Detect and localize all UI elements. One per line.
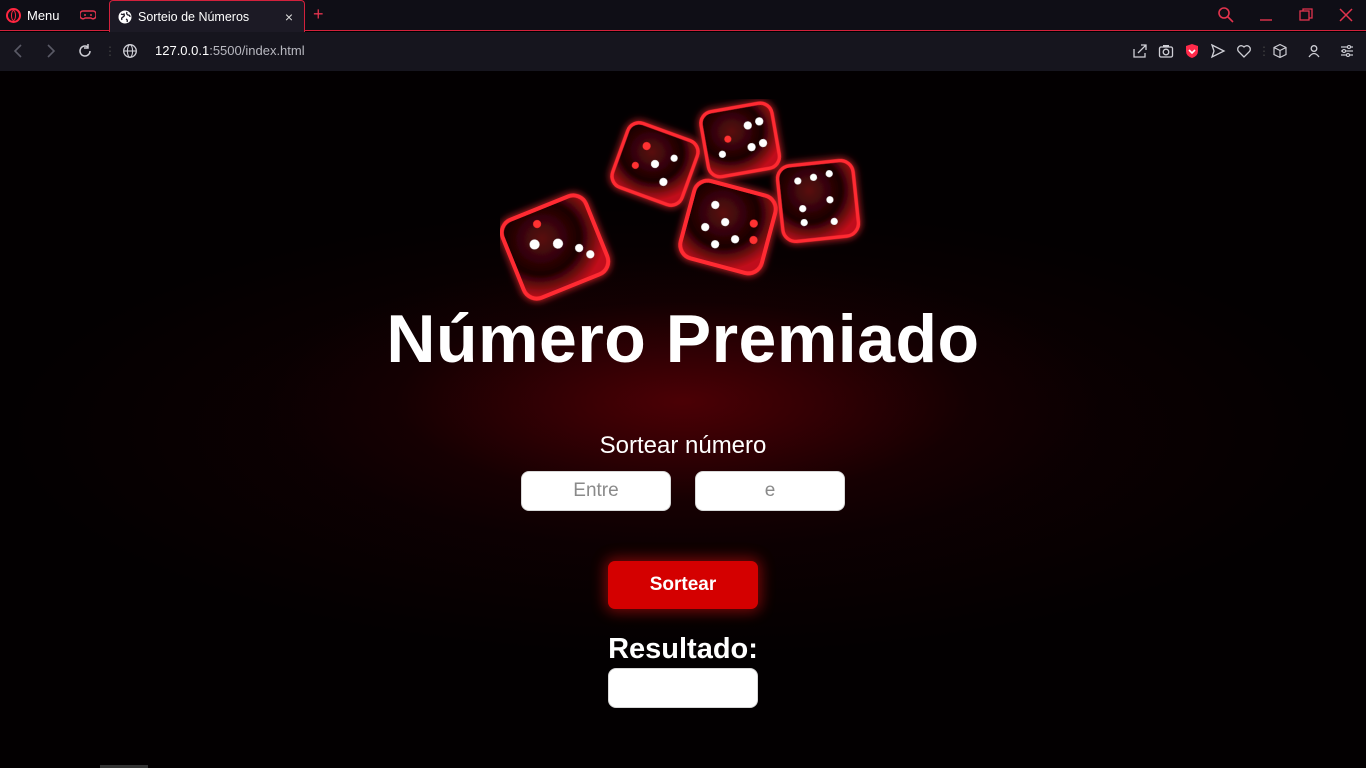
reload-icon[interactable] [77, 43, 93, 59]
separator: ⋮ [104, 44, 116, 58]
tab-close-icon[interactable]: × [282, 9, 296, 25]
search-tabs-icon[interactable] [1217, 6, 1235, 24]
draw-subtitle: Sortear número [599, 432, 767, 459]
dice-illustration [500, 101, 861, 301]
range-to-input[interactable] [695, 471, 845, 511]
range-from-input[interactable] [521, 471, 671, 511]
opera-logo-icon [6, 8, 21, 23]
die-2 [610, 121, 700, 207]
close-window-icon[interactable] [1338, 6, 1354, 24]
minimize-icon[interactable] [1258, 6, 1274, 24]
page-content: Número Premiado Sortear número Sortear R… [0, 71, 1366, 768]
opera-menu-button[interactable]: Menu [6, 0, 60, 31]
draw-button[interactable]: Sortear [608, 561, 758, 609]
menu-label: Menu [27, 8, 60, 23]
url-host: 127.0.0.1 [155, 43, 210, 58]
camera-icon[interactable] [1158, 43, 1174, 59]
globe-icon [118, 10, 132, 23]
tab-sorteio[interactable]: Sorteio de Números × [109, 0, 305, 32]
page-title: Número Premiado [386, 301, 980, 377]
address-bar: ⋮ 127.0.0.1:5500/index.html ⋮ [0, 32, 1366, 71]
die-3 [699, 101, 782, 179]
profile-icon[interactable] [1306, 43, 1322, 59]
url-field[interactable]: 127.0.0.1:5500/index.html [155, 43, 305, 58]
new-tab-button[interactable]: + [313, 4, 324, 25]
die-5 [775, 158, 861, 244]
browser-tab-bar: Menu Sorteio de Números × + [0, 0, 1366, 32]
tab-title: Sorteio de Números [138, 9, 250, 24]
forward-icon[interactable] [44, 43, 58, 59]
gamepad-icon[interactable] [80, 8, 96, 22]
heart-icon[interactable] [1236, 43, 1252, 59]
extensions-cube-icon[interactable] [1272, 43, 1288, 59]
adblock-shield-icon[interactable] [1184, 43, 1200, 59]
share-icon[interactable] [1132, 43, 1148, 59]
send-icon[interactable] [1210, 43, 1226, 59]
result-output [608, 668, 758, 708]
die-4 [678, 178, 778, 276]
url-path: :5500/index.html [209, 43, 305, 58]
restore-icon[interactable] [1298, 6, 1314, 24]
back-icon[interactable] [11, 43, 25, 59]
easy-setup-icon[interactable] [1339, 43, 1355, 59]
result-label: Resultado: [608, 633, 758, 665]
toolbar-separator: ⋮ [1258, 44, 1270, 58]
die-1 [500, 193, 611, 301]
site-info-icon[interactable] [122, 43, 138, 59]
